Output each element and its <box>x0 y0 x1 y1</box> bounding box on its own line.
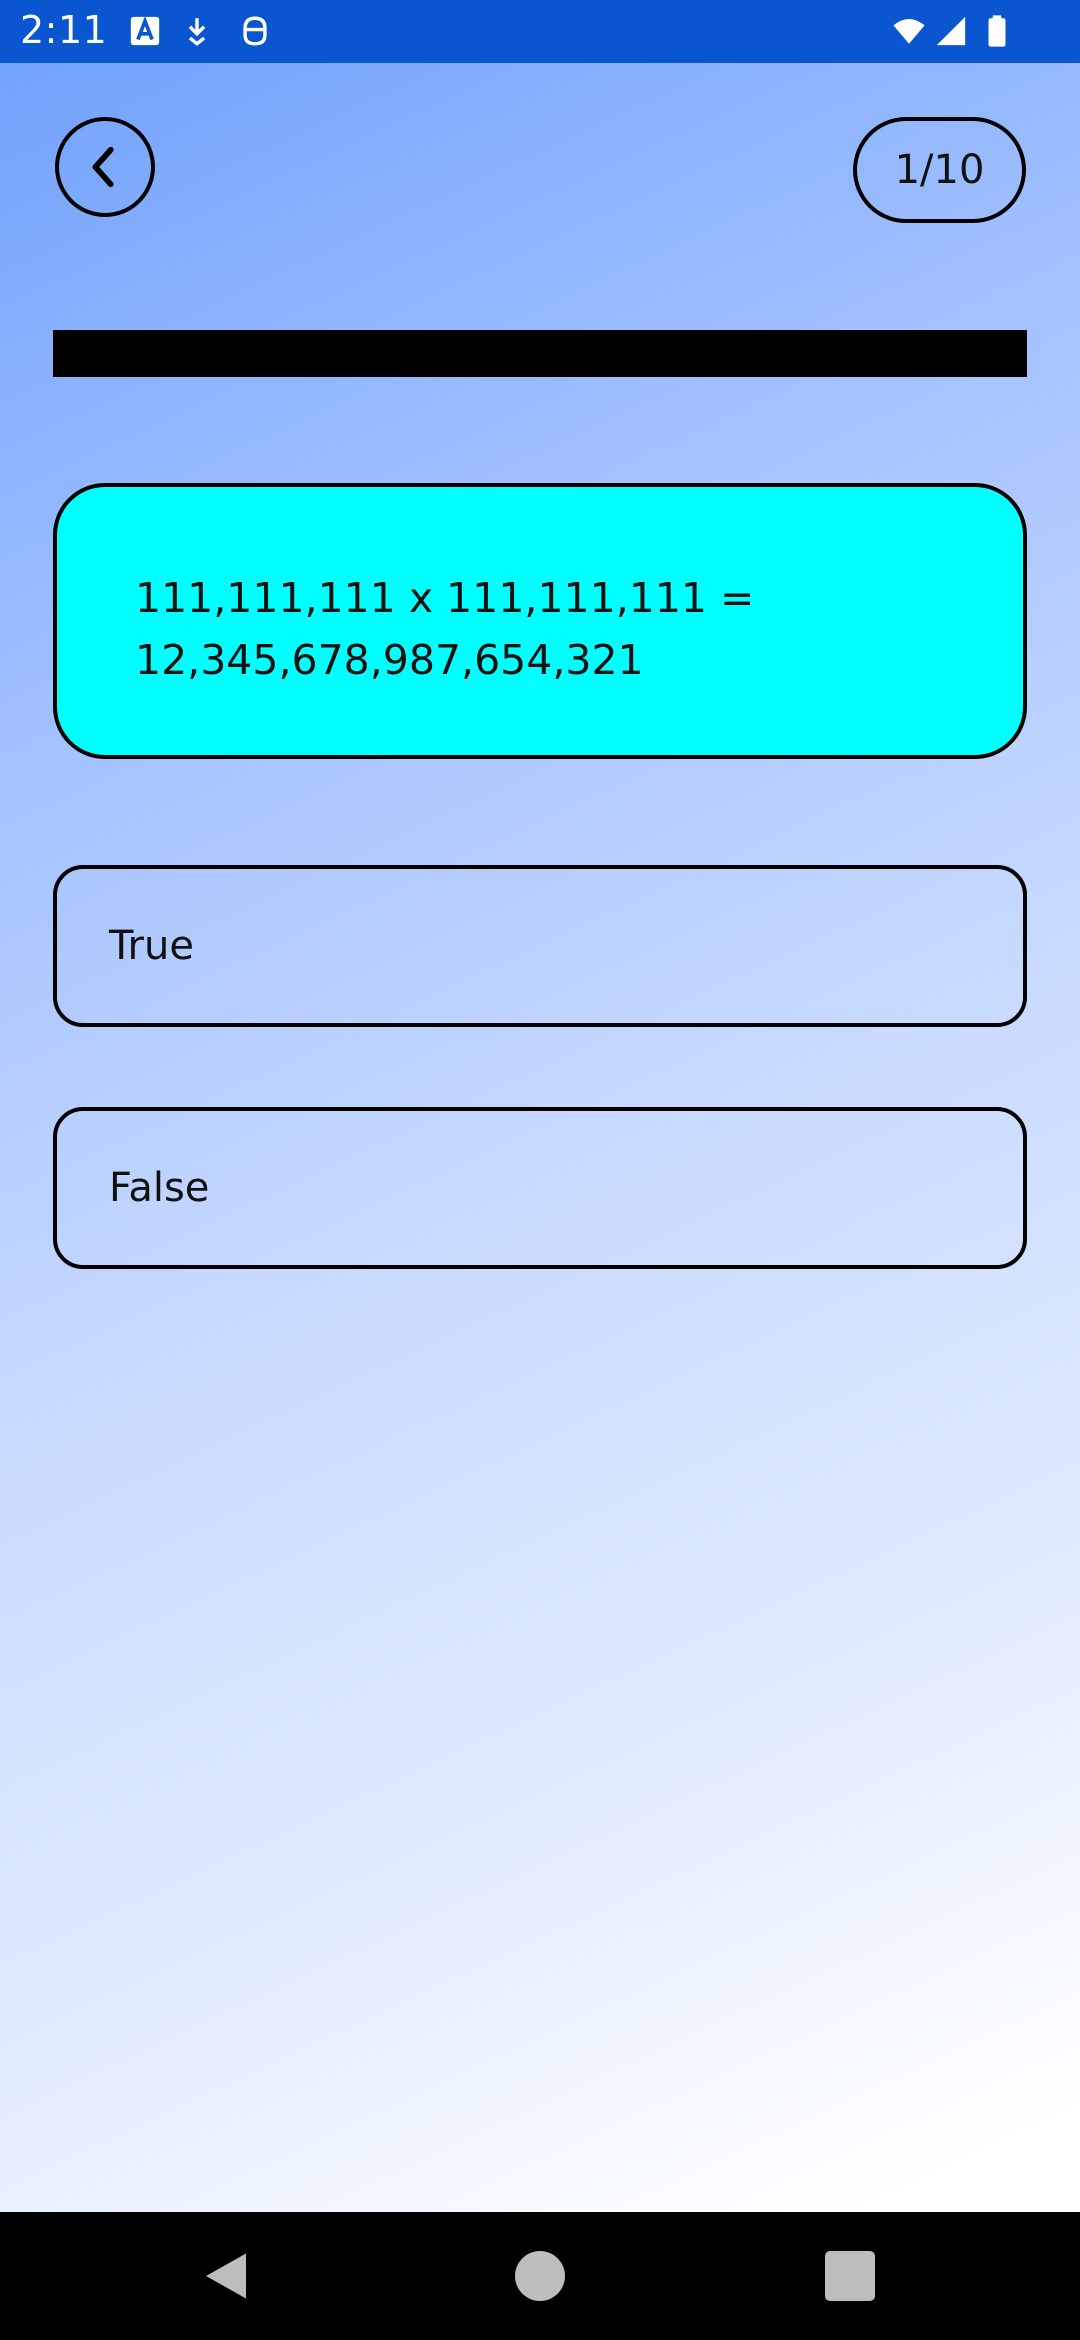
answer-true-button[interactable]: True <box>53 865 1027 1027</box>
chevron-left-icon <box>92 146 114 188</box>
progress-bar <box>53 330 1027 377</box>
status-bar: 2:11 <box>0 0 1080 63</box>
back-triangle-icon[interactable] <box>196 2246 256 2306</box>
status-time: 2:11 <box>20 8 108 52</box>
wifi-icon <box>893 18 925 44</box>
accessibility-a-icon <box>130 15 160 46</box>
signal-icon <box>936 16 966 46</box>
question-card: 111,111,111 x 111,111,111 = 12,345,678,9… <box>53 483 1027 759</box>
home-circle-icon[interactable] <box>510 2246 570 2306</box>
recents-square-icon[interactable] <box>820 2246 880 2306</box>
answer-label: True <box>109 923 194 969</box>
download-icon <box>188 18 206 46</box>
navigation-bar <box>0 2212 1080 2340</box>
question-text: 111,111,111 x 111,111,111 = 12,345,678,9… <box>135 574 755 684</box>
battery-icon <box>988 15 1006 47</box>
progress-fill <box>53 330 1027 377</box>
question-counter: 1/10 <box>853 117 1026 223</box>
answer-false-button[interactable]: False <box>53 1107 1027 1269</box>
answer-label: False <box>109 1165 210 1211</box>
android-icon <box>243 16 267 46</box>
back-button[interactable] <box>55 117 155 217</box>
